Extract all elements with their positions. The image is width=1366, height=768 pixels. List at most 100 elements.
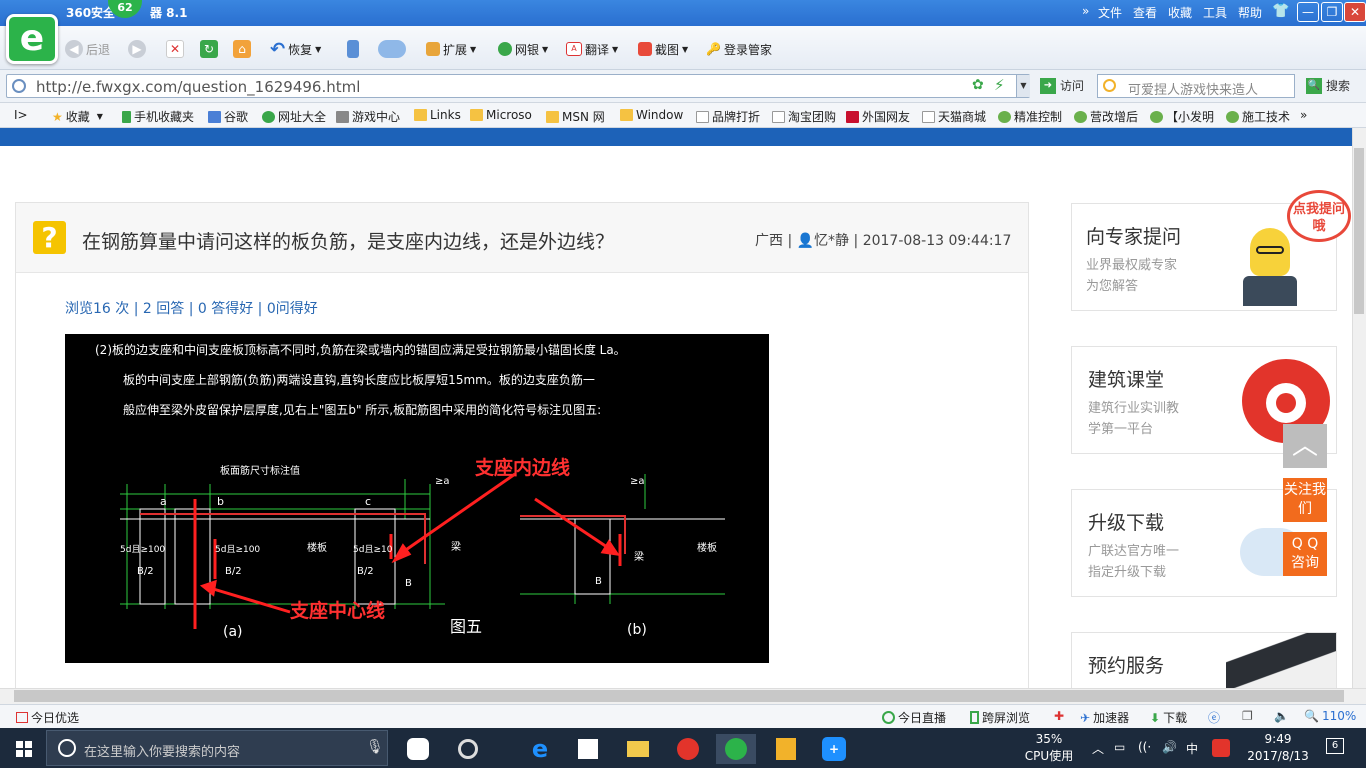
bookmark-item[interactable]: 营改增后 bbox=[1074, 108, 1138, 125]
horizontal-scroll-thumb[interactable] bbox=[14, 690, 1344, 702]
visit-button[interactable]: ➜ 访问 bbox=[1040, 77, 1084, 94]
wifi-icon[interactable]: ((· bbox=[1138, 740, 1151, 754]
bookmark-item[interactable]: 谷歌 bbox=[208, 108, 248, 125]
bookmark-item[interactable]: 天猫商城 bbox=[922, 108, 986, 125]
taskbar-app-active[interactable] bbox=[716, 734, 756, 764]
bookmark-item[interactable]: 淘宝团购 bbox=[772, 108, 836, 125]
taskbar-app[interactable] bbox=[668, 734, 708, 764]
question-mark-icon: ? bbox=[33, 221, 66, 254]
close-button[interactable]: ✕ bbox=[1344, 2, 1366, 22]
today-live[interactable]: 今日直播 bbox=[882, 709, 946, 726]
menu-help[interactable]: 帮助 bbox=[1238, 4, 1262, 21]
browser-logo-icon[interactable]: e bbox=[6, 14, 58, 64]
notification-center-icon[interactable]: 6 bbox=[1326, 738, 1344, 754]
forward-button[interactable]: ▶ bbox=[128, 38, 146, 60]
question-datetime: 2017-08-13 09:44:17 bbox=[862, 233, 1012, 249]
chevron-up-icon[interactable]: ︿ bbox=[1092, 740, 1104, 757]
question-region: 广西 bbox=[755, 233, 783, 249]
taskbar-app[interactable] bbox=[568, 734, 608, 764]
bookmark-item[interactable]: 游戏中心 bbox=[336, 108, 400, 125]
taskbar-app[interactable] bbox=[766, 734, 806, 764]
speaker-icon[interactable]: 🔈 bbox=[1274, 709, 1289, 723]
bookmark-folder[interactable]: MSN 网 bbox=[546, 108, 605, 125]
zoom-level[interactable]: 🔍 110% bbox=[1304, 709, 1356, 723]
slab-label: 楼板 bbox=[307, 541, 327, 554]
dim-label-B: B bbox=[595, 576, 602, 587]
translate-button[interactable]: A 翻译 ▼ bbox=[566, 38, 618, 60]
mobile-button[interactable] bbox=[347, 38, 359, 60]
home-button[interactable]: ⌂ bbox=[233, 38, 251, 60]
ask-bubble[interactable]: 点我提问哦 bbox=[1287, 190, 1351, 242]
bookmark-item[interactable]: 品牌打折 bbox=[696, 108, 760, 125]
reservation-card[interactable]: 预约服务 bbox=[1071, 632, 1337, 689]
cloud-button[interactable] bbox=[378, 38, 406, 60]
menu-view[interactable]: 查看 bbox=[1133, 4, 1157, 21]
skin-shirt-icon[interactable]: 👕 bbox=[1272, 3, 1289, 19]
login-manager-button[interactable]: 🔑 登录管家 bbox=[706, 38, 772, 60]
follow-us-button[interactable]: 关注我们 bbox=[1283, 478, 1327, 522]
volume-icon[interactable]: 🔊 bbox=[1162, 740, 1177, 754]
sogou-icon[interactable] bbox=[1212, 739, 1230, 757]
bank-button[interactable]: 网银 ▼ bbox=[498, 38, 548, 60]
menu-chevron-icon[interactable]: » bbox=[1082, 4, 1089, 18]
refresh-button[interactable]: ↻ bbox=[200, 38, 218, 60]
window-icon[interactable]: ❐ bbox=[1242, 709, 1253, 723]
url-dropdown-icon[interactable]: ▼ bbox=[1016, 75, 1030, 97]
menu-file[interactable]: 文件 bbox=[1098, 4, 1122, 21]
network-tray-icon[interactable]: ▭ bbox=[1114, 740, 1125, 754]
taskbar-app[interactable]: + bbox=[814, 734, 854, 764]
bookmark-folder[interactable]: Microso bbox=[470, 108, 532, 122]
site-header-bar bbox=[0, 128, 1352, 146]
start-button[interactable] bbox=[4, 734, 44, 764]
bookmark-item[interactable]: 【小发明 bbox=[1150, 108, 1214, 125]
ie-icon[interactable]: ⓔ bbox=[1208, 709, 1220, 726]
download-manager[interactable]: ⬇ 下载 bbox=[1150, 709, 1187, 726]
bookmark-folder[interactable]: Links bbox=[414, 108, 461, 122]
bookmark-item[interactable]: 精准控制 bbox=[998, 108, 1062, 125]
lightning-icon[interactable]: ⚡ bbox=[994, 76, 1005, 94]
url-text[interactable]: http://e.fwxgx.com/question_1629496.html bbox=[36, 78, 360, 96]
gift-icon bbox=[16, 712, 28, 723]
ask-expert-card[interactable]: 向专家提问 业界最权威专家 为您解答 点我提问哦 bbox=[1071, 190, 1351, 311]
system-clock[interactable]: 9:49 2017/8/13 bbox=[1242, 731, 1314, 765]
taskbar-app[interactable] bbox=[448, 734, 488, 764]
download-icon: ⬇ bbox=[1150, 710, 1161, 725]
back-to-top-button[interactable]: ︿ bbox=[1283, 424, 1327, 468]
today-picks[interactable]: 今日优选 bbox=[16, 709, 79, 726]
question-meta: 广西 | 👤忆*静 | 2017-08-13 09:44:17 bbox=[755, 233, 1012, 249]
plus-circle-icon[interactable]: ✚ bbox=[1054, 709, 1064, 723]
back-button[interactable]: ◀ 后退 bbox=[65, 38, 110, 60]
search-button[interactable]: 🔍 搜索 bbox=[1306, 77, 1350, 94]
stop-button[interactable]: ✕ bbox=[166, 38, 184, 60]
microphone-icon[interactable]: 🎙 bbox=[366, 739, 384, 755]
bookmark-item[interactable]: 手机收藏夹 bbox=[122, 108, 194, 125]
bookmark-favorites[interactable]: ★ 收藏 ▼ bbox=[52, 108, 103, 125]
menu-favorites[interactable]: 收藏 bbox=[1168, 4, 1192, 21]
bookmark-item[interactable]: 网址大全 bbox=[262, 108, 326, 125]
cpu-meter[interactable]: 35% CPU使用 bbox=[1022, 731, 1076, 765]
taskbar-app[interactable]: e bbox=[520, 734, 560, 764]
vertical-scroll-thumb[interactable] bbox=[1354, 148, 1364, 314]
restore-button[interactable]: ↶ 恢复 ▼ bbox=[270, 38, 321, 60]
more-bookmarks-icon[interactable]: » bbox=[1300, 108, 1307, 122]
dim-label-half-B: B/2 bbox=[137, 566, 154, 577]
cross-screen[interactable]: 跨屏浏览 bbox=[970, 709, 1030, 726]
ime-indicator[interactable]: 中 bbox=[1186, 740, 1198, 757]
minimize-button[interactable]: — bbox=[1297, 2, 1319, 22]
question-user[interactable]: 忆*静 bbox=[814, 233, 849, 249]
menu-tools[interactable]: 工具 bbox=[1203, 4, 1227, 21]
shield-icon bbox=[498, 42, 512, 56]
edge-icon: e bbox=[531, 735, 549, 763]
bookmark-item[interactable]: 外国网友 bbox=[846, 108, 910, 125]
bookmark-item[interactable]: 施工技术 bbox=[1226, 108, 1290, 125]
taskbar-app[interactable] bbox=[618, 734, 658, 764]
maximize-button[interactable]: ❐ bbox=[1321, 2, 1343, 22]
sidebar-toggle-icon[interactable]: I> bbox=[14, 108, 28, 122]
taskbar-app[interactable] bbox=[398, 734, 438, 764]
search-engine-icon[interactable] bbox=[1103, 79, 1116, 92]
screenshot-button[interactable]: 截图 ▼ bbox=[638, 38, 688, 60]
bookmark-folder[interactable]: Window bbox=[620, 108, 683, 122]
qq-consult-button[interactable]: Q Q 咨询 bbox=[1283, 532, 1327, 576]
extensions-button[interactable]: 扩展 ▼ bbox=[426, 38, 476, 60]
accelerator[interactable]: ✈ 加速器 bbox=[1080, 709, 1129, 726]
